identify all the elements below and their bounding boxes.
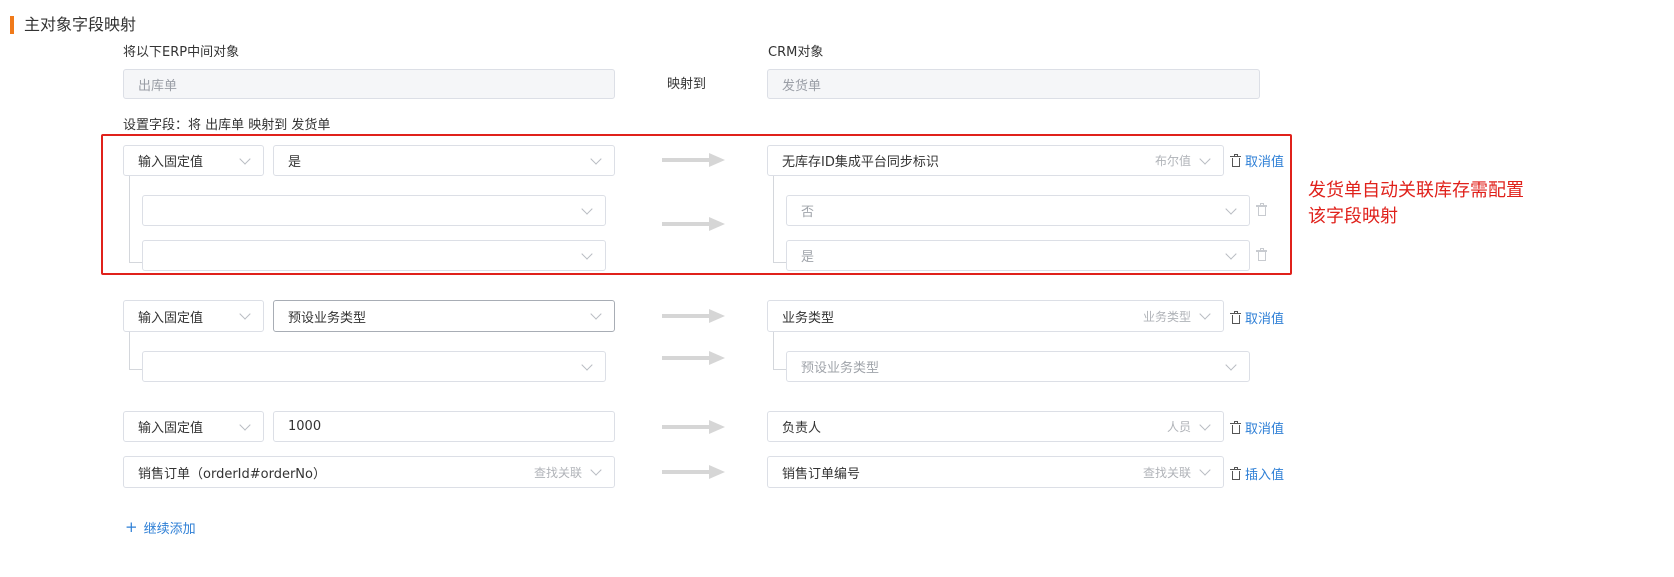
target-field-select[interactable]: 销售订单编号 查找关联 (767, 456, 1224, 488)
fixed-value-text: 预设业务类型 (288, 310, 367, 326)
value-type-select[interactable]: 输入固定值 (123, 300, 264, 332)
section-title: 主对象字段映射 (24, 15, 137, 34)
value-type-value: 输入固定值 (138, 421, 204, 436)
source-object-label: 将以下ERP中间对象 (123, 45, 240, 60)
trash-icon (1230, 420, 1241, 434)
sub-target-value: 预设业务类型 (801, 361, 880, 376)
chevron-down-icon (1199, 308, 1211, 320)
target-object-label: CRM对象 (768, 45, 824, 60)
mapping-label: 映射到 (667, 77, 707, 92)
fixed-value-text: 1000 (288, 419, 322, 434)
add-more-label: 继续添加 (143, 522, 196, 537)
value-type-select[interactable]: 输入固定值 (123, 411, 264, 442)
target-field-type: 人员 (1166, 420, 1191, 434)
value-type-value: 输入固定值 (138, 310, 204, 326)
insert-value-button[interactable]: 插入值 (1230, 464, 1284, 483)
target-field-select[interactable]: 业务类型 业务类型 (767, 300, 1224, 332)
annotation-text: 发货单自动关联库存需配置 该字段映射 (1308, 180, 1524, 227)
target-field-value: 销售订单编号 (782, 466, 861, 482)
target-object-value: 发货单 (782, 78, 822, 94)
arrow-right-icon (662, 309, 725, 323)
chevron-down-icon (239, 418, 251, 431)
source-field-value: 销售订单（orderId#orderNo） (138, 466, 326, 482)
highlight-box (101, 134, 1292, 275)
target-field-type: 业务类型 (1142, 309, 1191, 324)
source-field-select[interactable]: 销售订单（orderId#orderNo） 查找关联 (123, 456, 615, 488)
chevron-down-icon (239, 308, 251, 320)
insert-value-label: 插入值 (1245, 468, 1285, 483)
sub-target-select[interactable]: 预设业务类型 (786, 351, 1250, 382)
target-field-select[interactable]: 负责人 人员 (767, 411, 1224, 442)
cancel-value-label: 取消值 (1245, 422, 1285, 437)
arrow-right-icon (662, 465, 725, 479)
target-field-value: 业务类型 (782, 310, 835, 326)
source-object-field: 出库单 (123, 69, 615, 99)
chevron-down-icon (1225, 358, 1237, 371)
add-more-button[interactable]: + 继续添加 (125, 518, 196, 538)
chevron-down-icon (581, 358, 593, 371)
trash-icon (1230, 466, 1241, 480)
target-object-field: 发货单 (767, 69, 1260, 99)
target-field-type: 查找关联 (1142, 465, 1191, 480)
fixed-value-select[interactable]: 预设业务类型 (273, 300, 615, 332)
cancel-value-label: 取消值 (1245, 312, 1285, 327)
arrow-right-icon (662, 420, 725, 434)
trash-icon (1230, 310, 1241, 324)
source-field-type: 查找关联 (533, 465, 582, 480)
chevron-down-icon (1199, 418, 1211, 431)
cancel-value-button[interactable]: 取消值 (1230, 308, 1284, 327)
section-accent-bar (10, 16, 14, 34)
source-object-value: 出库单 (138, 78, 178, 94)
tree-connector (773, 332, 787, 370)
cancel-value-button[interactable]: 取消值 (1230, 418, 1284, 437)
setup-fields-label: 设置字段：将 出库单 映射到 发货单 (123, 118, 331, 133)
arrow-right-icon (662, 351, 725, 365)
sub-source-select[interactable] (142, 351, 606, 382)
chevron-down-icon (590, 308, 602, 320)
tree-connector (129, 332, 143, 370)
chevron-down-icon (590, 464, 602, 476)
plus-icon: + (125, 518, 138, 536)
fixed-value-input[interactable]: 1000 (273, 411, 615, 442)
target-field-value: 负责人 (782, 421, 822, 436)
chevron-down-icon (1199, 464, 1211, 476)
